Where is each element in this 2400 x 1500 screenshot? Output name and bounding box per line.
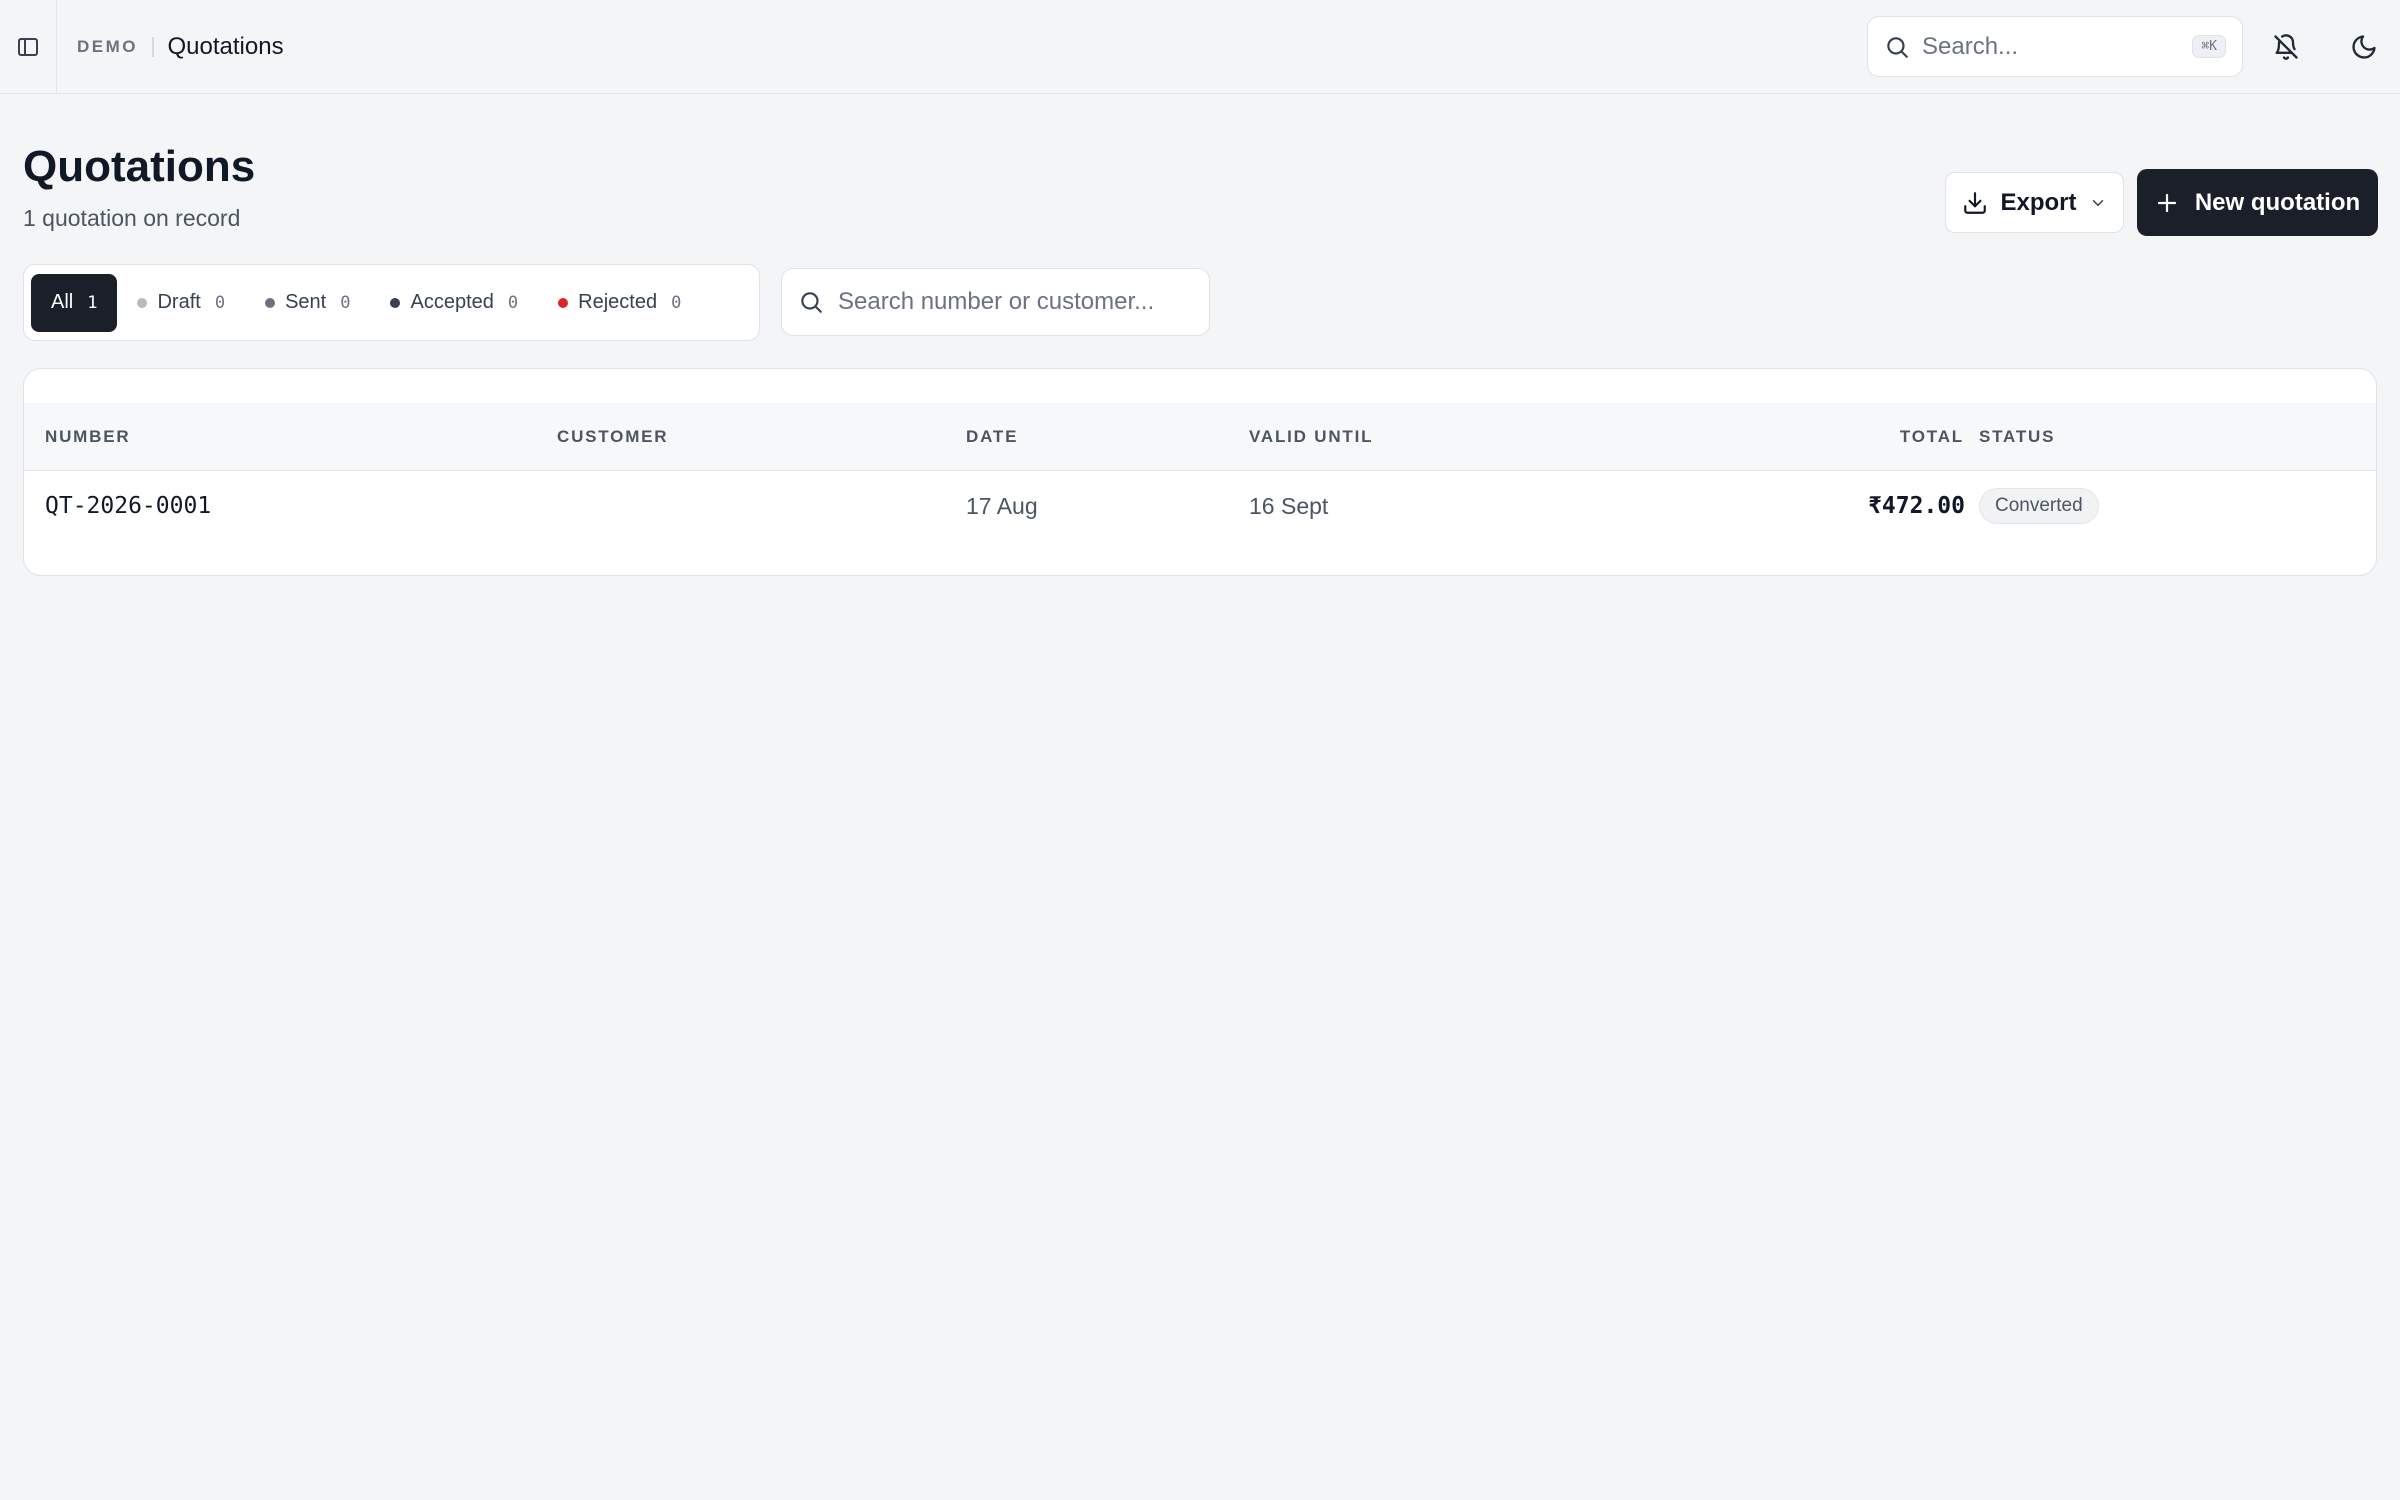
status-dot (558, 297, 569, 308)
table-row[interactable]: QT-2026-0001 17 Aug 16 Sept ₹472.00 Conv… (24, 471, 2376, 541)
column-header-valid-until[interactable]: VALID UNTIL (1249, 403, 1373, 471)
status-dot (265, 297, 276, 308)
breadcrumb-org[interactable]: DEMO (77, 37, 138, 57)
column-header-date[interactable]: DATE (966, 403, 1018, 471)
filter-tab-rejected[interactable]: Rejected 0 (538, 274, 701, 332)
quotation-search-placeholder: Search number or customer... (838, 288, 1155, 315)
cell-valid-until: 16 Sept (1249, 492, 1329, 519)
column-header-total[interactable]: TOTAL (1804, 403, 1964, 471)
cell-status: Converted (1979, 471, 2099, 541)
filter-tab-label: Accepted (410, 291, 494, 313)
filter-tab-accepted[interactable]: Accepted 0 (370, 274, 538, 332)
status-dot (390, 297, 401, 308)
sidebar-toggle-button[interactable] (0, 0, 57, 94)
quotation-search-input[interactable]: Search number or customer... (781, 268, 1210, 336)
filter-tab-label: Rejected (578, 291, 658, 313)
global-search-input[interactable]: Search... ⌘K (1867, 16, 2243, 77)
filter-tab-count: 0 (671, 292, 682, 313)
status-badge: Converted (1979, 488, 2099, 524)
page-title: Quotations (23, 142, 256, 191)
new-quotation-button[interactable]: New quotation (2137, 169, 2378, 236)
column-header-customer[interactable]: CUSTOMER (557, 403, 668, 471)
export-button-label: Export (2000, 188, 2077, 216)
global-search-placeholder: Search... (1922, 32, 2019, 60)
status-dot (137, 297, 148, 308)
filter-tab-sent[interactable]: Sent 0 (245, 274, 370, 332)
quotations-table: NUMBER CUSTOMER DATE VALID UNTIL TOTAL S… (23, 368, 2377, 576)
column-header-number[interactable]: NUMBER (45, 403, 130, 471)
status-filter-tabs: All 1 Draft 0 Sent 0 Accepted 0 Rejected… (23, 264, 760, 341)
search-icon (1887, 36, 1908, 58)
new-quotation-label: New quotation (2194, 188, 2361, 216)
cell-total: ₹472.00 (1868, 493, 1965, 519)
filter-tab-count: 0 (214, 292, 226, 313)
breadcrumb-separator (152, 36, 154, 57)
sidebar-toggle-icon (18, 37, 38, 56)
breadcrumb-page: Quotations (167, 32, 284, 60)
column-header-status[interactable]: STATUS (1979, 403, 2055, 471)
search-icon (801, 292, 822, 313)
cell-number[interactable]: QT-2026-0001 (45, 471, 211, 541)
search-shortcut-badge: ⌘K (2192, 35, 2226, 58)
cell-date: 17 Aug (966, 492, 1038, 519)
filter-tab-all[interactable]: All 1 (31, 273, 118, 332)
theme-toggle-button[interactable] (2341, 24, 2387, 70)
notifications-button[interactable] (2263, 24, 2309, 70)
page-subtitle: 1 quotation on record (23, 205, 241, 231)
breadcrumb: DEMO Quotations (77, 33, 284, 61)
filter-tab-count: 1 (87, 292, 98, 313)
chevron-down-icon (2092, 199, 2103, 206)
filter-tab-count: 0 (340, 292, 351, 313)
filter-tab-draft[interactable]: Draft 0 (117, 274, 245, 332)
filter-tab-count: 0 (507, 292, 519, 313)
moon-icon (2352, 35, 2376, 59)
filter-tab-label: Draft (157, 291, 201, 313)
bell-off-icon (2274, 34, 2298, 60)
plus-icon (2157, 193, 2176, 212)
export-button[interactable]: Export (1945, 172, 2124, 233)
download-icon (1964, 191, 1987, 214)
table-header: NUMBER CUSTOMER DATE VALID UNTIL TOTAL S… (24, 403, 2376, 471)
filter-tab-label: Sent (285, 291, 327, 313)
filter-tab-label: All (51, 291, 74, 313)
